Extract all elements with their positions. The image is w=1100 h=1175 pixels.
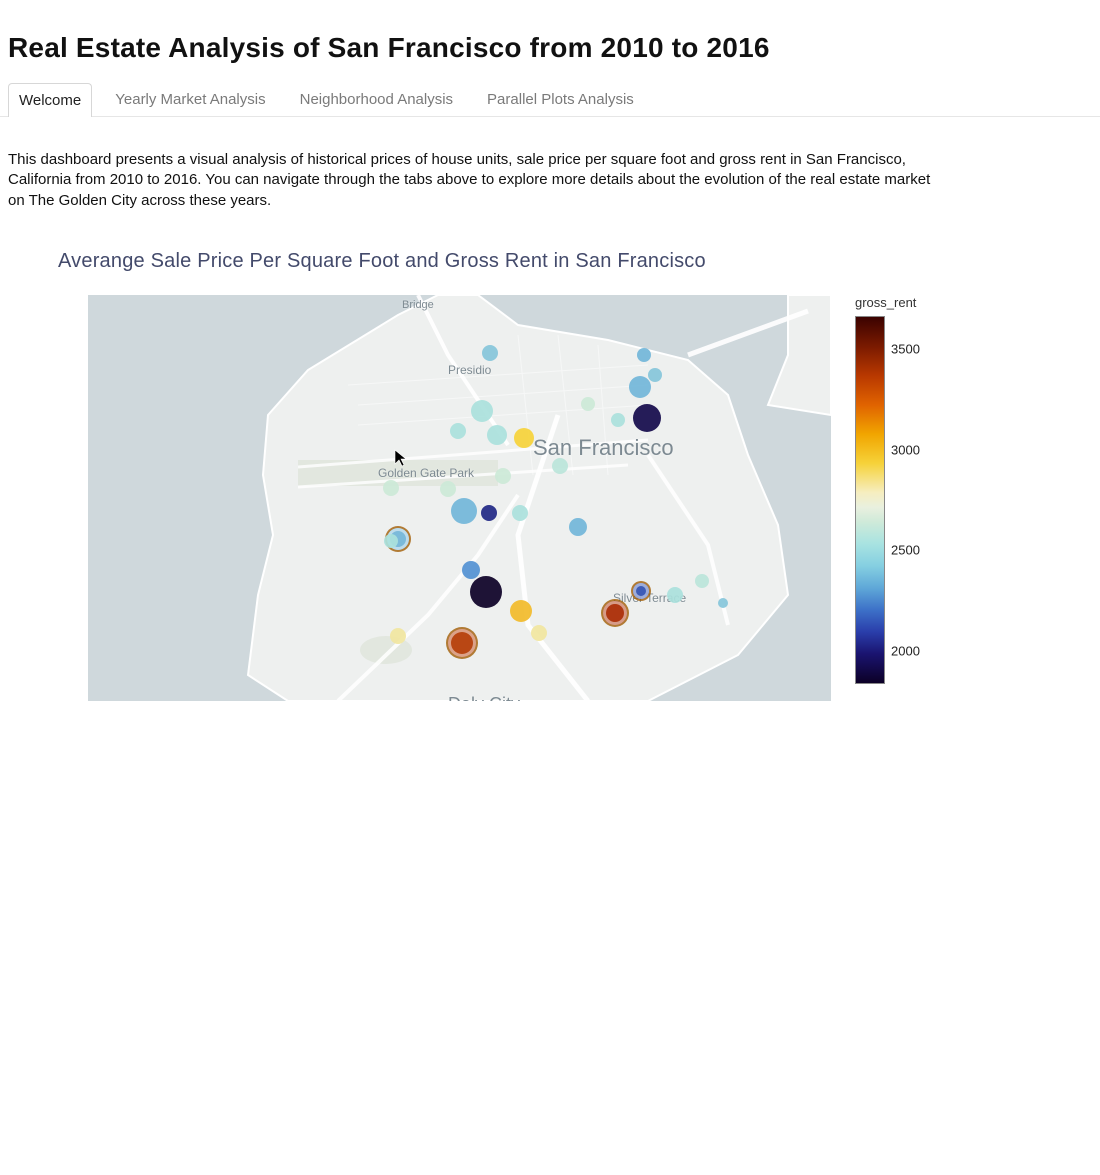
tab-parallel-plots-analysis[interactable]: Parallel Plots Analysis — [476, 82, 645, 116]
map-point[interactable] — [448, 629, 476, 657]
map-point[interactable] — [629, 376, 651, 398]
map-point[interactable] — [514, 428, 534, 448]
map-point[interactable] — [667, 587, 683, 603]
tab-welcome[interactable]: Welcome — [8, 83, 92, 117]
map-point[interactable] — [603, 601, 627, 625]
map-point[interactable] — [450, 423, 466, 439]
map-point[interactable] — [383, 480, 399, 496]
map-point[interactable] — [552, 458, 568, 474]
map-point[interactable] — [510, 600, 532, 622]
tabs-bar: Welcome Yearly Market Analysis Neighborhoo… — [0, 82, 1100, 117]
chart-title: Averange Sale Price Per Square Foot and … — [48, 250, 1092, 273]
map-point[interactable] — [462, 561, 480, 579]
map-point[interactable] — [495, 468, 511, 484]
map-point[interactable] — [390, 628, 406, 644]
map-point[interactable] — [718, 598, 728, 608]
tab-neighborhood-analysis[interactable]: Neighborhood Analysis — [289, 82, 464, 116]
map-point[interactable] — [633, 404, 661, 432]
map-point[interactable] — [384, 534, 398, 548]
page-title: Real Estate Analysis of San Francisco fr… — [0, 0, 1100, 82]
legend-tick: 2500 — [891, 542, 920, 557]
map-point[interactable] — [487, 425, 507, 445]
map-point[interactable] — [481, 505, 497, 521]
legend-tick: 3000 — [891, 442, 920, 457]
welcome-description: This dashboard presents a visual analysi… — [8, 150, 948, 211]
map-point[interactable] — [637, 348, 651, 362]
tab-content-welcome: This dashboard presents a visual analysi… — [0, 117, 1100, 701]
map-point[interactable] — [569, 518, 587, 536]
map-point[interactable] — [611, 413, 625, 427]
map-point[interactable] — [512, 505, 528, 521]
map-point[interactable] — [451, 498, 477, 524]
color-legend: gross_rent 3500 3000 2500 2000 — [855, 295, 941, 684]
legend-tick: 3500 — [891, 341, 920, 356]
map-point[interactable] — [440, 481, 456, 497]
map-point[interactable] — [482, 345, 498, 361]
legend-tick: 2000 — [891, 643, 920, 658]
tabs: Welcome Yearly Market Analysis Neighborhoo… — [8, 82, 1092, 116]
map-scatter[interactable]: BridgePresidioSan FranciscoGolden Gate P… — [88, 295, 831, 701]
map-point[interactable] — [470, 576, 502, 608]
legend-title: gross_rent — [855, 295, 916, 310]
map-point[interactable] — [695, 574, 709, 588]
map-point[interactable] — [531, 625, 547, 641]
map-point[interactable] — [648, 368, 662, 382]
tab-yearly-market-analysis[interactable]: Yearly Market Analysis — [104, 82, 276, 116]
map-point[interactable] — [471, 400, 493, 422]
map-point[interactable] — [581, 397, 595, 411]
legend-colorbar — [855, 316, 885, 684]
map-point[interactable] — [633, 583, 649, 599]
